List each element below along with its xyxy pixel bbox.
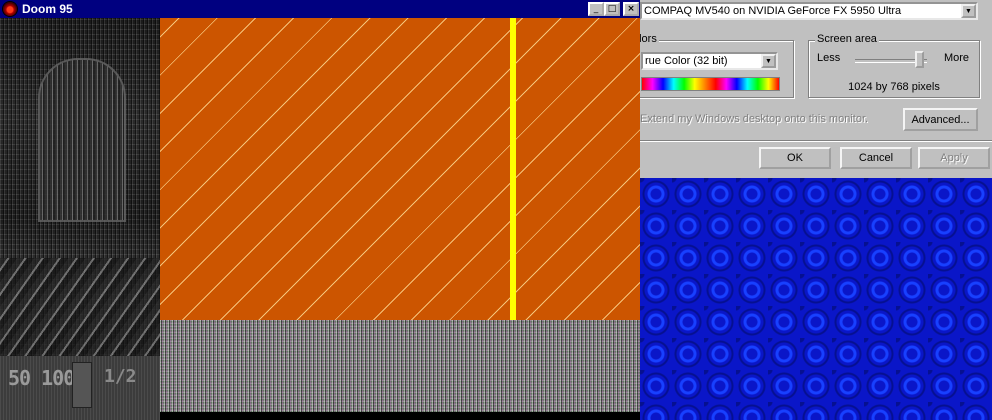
chevron-down-icon[interactable]: ▼ [961,4,976,18]
display-properties-window: COMPAQ MV540 on NVIDIA GeForce FX 5950 U… [630,0,992,178]
doom-window: Doom 95 _ □ × 50 100% 1/2 [0,0,640,420]
extend-desktop-checkbox-label[interactable]: Extend my Windows desktop onto this moni… [640,113,868,125]
less-label: Less [817,52,841,64]
corridor-arch [38,58,126,222]
game-floor [160,320,640,412]
colors-group: olors rue Color (32 bit) ▼ [630,33,794,98]
monitor-select-value: COMPAQ MV540 on NVIDIA GeForce FX 5950 U… [644,5,902,17]
resolution-text: 1024 by 768 pixels [848,81,940,93]
desktop-wallpaper [640,178,992,420]
ok-button[interactable]: OK [759,147,831,169]
maximize-button[interactable]: □ [604,2,620,16]
game-pillar [510,18,516,320]
title-bar[interactable]: Doom 95 _ □ × [0,0,640,18]
doom-app-icon[interactable] [3,2,17,16]
game-wall [160,18,640,320]
game-viewport[interactable]: 50 100% 1/2 [0,18,640,420]
more-label: More [943,52,969,64]
corridor-floor [0,258,160,358]
divider [640,140,992,142]
window-title: Doom 95 [22,2,73,16]
color-depth-select[interactable]: rue Color (32 bit) ▼ [641,52,778,70]
screen-area-group: Screen area Less More 1024 by 768 pixels [808,33,980,98]
close-button[interactable]: × [623,2,639,16]
color-depth-value: rue Color (32 bit) [645,55,728,67]
doom-face-icon [72,362,92,408]
minimize-button[interactable]: _ [588,2,604,16]
chevron-down-icon[interactable]: ▼ [761,54,776,68]
screen-area-slider-thumb[interactable] [915,51,925,68]
doom-status-bar: 50 100% 1/2 [0,356,160,420]
monitor-select[interactable]: COMPAQ MV540 on NVIDIA GeForce FX 5950 U… [640,2,978,20]
color-spectrum-bar [641,77,780,91]
keys-readout: 1/2 [104,366,137,387]
advanced-button[interactable]: Advanced... [903,108,978,131]
screen-area-legend: Screen area [815,33,879,45]
apply-button[interactable]: Apply [918,147,990,169]
cancel-button[interactable]: Cancel [840,147,912,169]
